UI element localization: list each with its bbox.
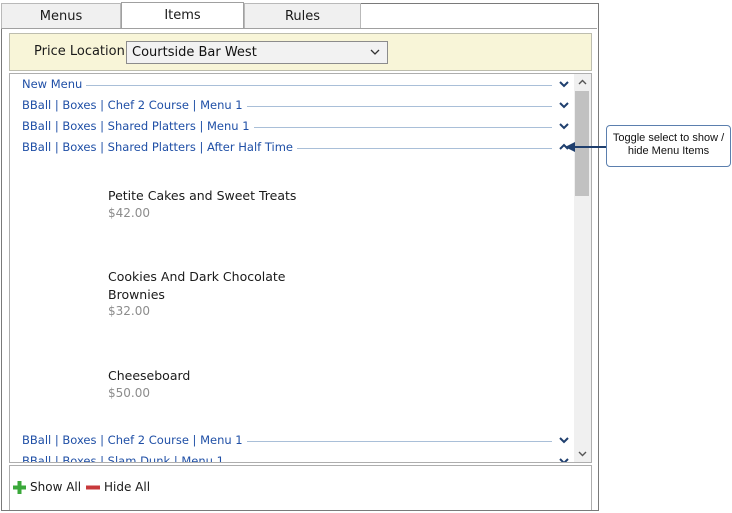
- menu-row-rule: [22, 462, 552, 463]
- vertical-scrollbar[interactable]: [574, 74, 591, 462]
- item-name: Cookies And Dark Chocolate: [108, 269, 286, 284]
- callout-line1: Toggle select to show /: [612, 132, 725, 144]
- price-location-select[interactable]: Courtside Bar West: [126, 41, 388, 64]
- item-name-line2: Brownies: [108, 287, 165, 302]
- menu-row-chef-2-course[interactable]: BBall | Boxes | Chef 2 Course | Menu 1: [22, 98, 570, 114]
- price-location-value: Courtside Bar West: [132, 45, 257, 60]
- chevron-down-icon[interactable]: [558, 455, 570, 463]
- scroll-up-arrow-icon[interactable]: [574, 74, 591, 91]
- show-all-label: Show All: [30, 480, 82, 494]
- plus-icon: [13, 480, 26, 494]
- callout-arrow-icon: [565, 142, 609, 152]
- hide-all-label: Hide All: [104, 480, 151, 494]
- item-name: Cheeseboard: [108, 368, 191, 383]
- menu-row-shared-platters[interactable]: BBall | Boxes | Shared Platters | Menu 1: [22, 119, 570, 135]
- item-price: $42.00: [108, 206, 150, 220]
- tab-menus[interactable]: Menus: [1, 3, 121, 28]
- menu-row-label: BBall | Boxes | Shared Platters | After …: [22, 140, 298, 154]
- chevron-down-icon[interactable]: [558, 434, 570, 446]
- menu-row-label: New Menu: [22, 77, 87, 91]
- menu-items-list[interactable]: New Menu BBall | Boxes | Chef 2 Course |…: [9, 73, 592, 463]
- tab-rules[interactable]: Rules: [244, 3, 361, 28]
- tab-divider: [1, 28, 597, 29]
- item-price: $32.00: [108, 304, 150, 318]
- menu-row-after-half-time[interactable]: BBall | Boxes | Shared Platters | After …: [22, 140, 570, 156]
- chevron-down-icon[interactable]: [558, 99, 570, 111]
- price-location-bar: Price Location Courtside Bar West: [9, 33, 592, 71]
- minus-icon: [86, 485, 100, 489]
- tab-items[interactable]: Items: [121, 2, 244, 29]
- price-location-label: Price Location: [34, 44, 125, 59]
- menu-row-slam-dunk[interactable]: BBall | Boxes | Slam Dunk | Menu 1: [22, 454, 570, 463]
- scroll-down-arrow-icon[interactable]: [574, 445, 591, 462]
- hide-all-button[interactable]: Hide All: [86, 480, 150, 494]
- footer-bar: Show All Hide All: [9, 465, 592, 510]
- menu-row-label: BBall | Boxes | Chef 2 Course | Menu 1: [22, 98, 247, 112]
- menu-row-label: BBall | Boxes | Chef 2 Course | Menu 1: [22, 433, 247, 447]
- menu-row-new-menu[interactable]: New Menu: [22, 77, 570, 93]
- show-all-button[interactable]: Show All: [13, 480, 81, 494]
- item-price: $50.00: [108, 386, 150, 400]
- chevron-down-icon: [370, 49, 380, 55]
- menu-row-label: BBall | Boxes | Shared Platters | Menu 1: [22, 119, 254, 133]
- menu-row-rule: [22, 85, 552, 86]
- callout-tooltip: Toggle select to show / hide Menu Items: [606, 125, 731, 167]
- chevron-down-icon[interactable]: [558, 120, 570, 132]
- menu-row-label: BBall | Boxes | Slam Dunk | Menu 1: [22, 454, 228, 462]
- tab-bar: Menus Items Rules: [1, 2, 599, 30]
- menu-row-chef-2-course-bottom[interactable]: BBall | Boxes | Chef 2 Course | Menu 1: [22, 433, 570, 449]
- callout-line2: hide Menu Items: [627, 145, 710, 157]
- item-name: Petite Cakes and Sweet Treats: [108, 188, 297, 203]
- chevron-down-icon[interactable]: [558, 78, 570, 90]
